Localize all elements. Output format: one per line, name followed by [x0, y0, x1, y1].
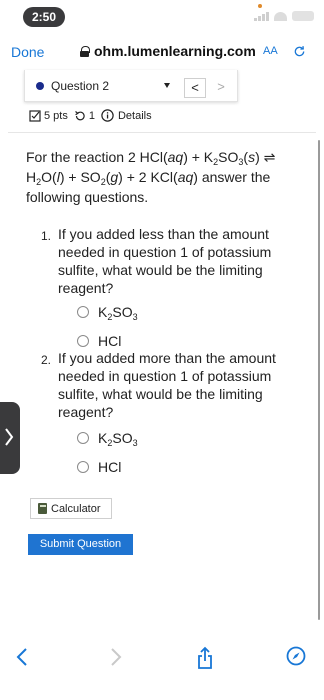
- browser-bar: Done ohm.lumenlearning.com AA: [0, 34, 324, 68]
- status-bar: 2:50: [0, 0, 324, 34]
- option-hcl[interactable]: HCl: [77, 333, 121, 349]
- url-text: ohm.lumenlearning.com: [94, 43, 256, 59]
- signal-icon: [254, 11, 269, 21]
- submit-question-button[interactable]: Submit Question: [28, 534, 133, 555]
- item-question-text: If you added less than the amount needed…: [58, 226, 272, 296]
- status-time: 2:50: [23, 7, 65, 27]
- wifi-icon: [274, 11, 287, 21]
- radio-button[interactable]: [77, 432, 89, 444]
- attempts-value: 1: [88, 109, 95, 122]
- item-number: 1.: [41, 229, 52, 243]
- retry-icon: [74, 110, 85, 120]
- question-prompt: For the reaction 2 HCl(aq) + K2SO3(s) ⇌ H…: [26, 149, 276, 205]
- option-k2so3[interactable]: K2SO3: [77, 430, 138, 448]
- radio-button[interactable]: [77, 335, 89, 347]
- option-label: K2SO3: [98, 304, 138, 322]
- radio-button[interactable]: [77, 461, 89, 473]
- chevron-right-icon: [5, 428, 14, 446]
- chevron-down-icon: [164, 83, 170, 88]
- details-link[interactable]: Details: [118, 110, 152, 122]
- status-icons: [254, 11, 314, 21]
- divider: [8, 132, 316, 133]
- option-hcl[interactable]: HCl: [77, 459, 121, 475]
- calculator-icon: [38, 503, 47, 514]
- back-arrow-icon[interactable]: [15, 646, 29, 668]
- forward-arrow-icon[interactable]: [109, 646, 123, 668]
- option-label: HCl: [98, 459, 122, 475]
- previous-question-button[interactable]: <: [184, 78, 206, 98]
- next-question-button[interactable]: >: [210, 78, 232, 98]
- question-meta: 5 pts 1 Details: [29, 109, 152, 122]
- text-size-button[interactable]: AA: [263, 45, 278, 57]
- reload-icon[interactable]: [293, 45, 306, 58]
- option-k2so3[interactable]: K2SO3: [77, 304, 138, 322]
- recording-indicator: [258, 4, 262, 8]
- browser-toolbar: [0, 632, 324, 682]
- info-icon[interactable]: [101, 109, 114, 122]
- scrollbar[interactable]: [318, 140, 320, 620]
- done-button[interactable]: Done: [11, 44, 44, 60]
- calculator-label: Calculator: [51, 502, 101, 515]
- question-select-label: Question 2: [51, 79, 110, 93]
- share-icon[interactable]: [196, 646, 214, 670]
- checkbox-icon: [29, 109, 41, 122]
- lock-icon: [80, 45, 90, 57]
- question-status-dot: [36, 82, 44, 90]
- item-number: 2.: [41, 353, 52, 367]
- compass-icon[interactable]: [286, 646, 306, 666]
- battery-icon: [292, 11, 314, 21]
- calculator-button[interactable]: Calculator: [30, 498, 112, 519]
- item-question-text: If you added more than the amount needed…: [58, 350, 276, 420]
- option-label: K2SO3: [98, 430, 138, 448]
- address-bar[interactable]: ohm.lumenlearning.com: [80, 43, 256, 59]
- option-label: HCl: [98, 333, 122, 349]
- points-value: 5 pts: [44, 109, 68, 122]
- radio-button[interactable]: [77, 306, 89, 318]
